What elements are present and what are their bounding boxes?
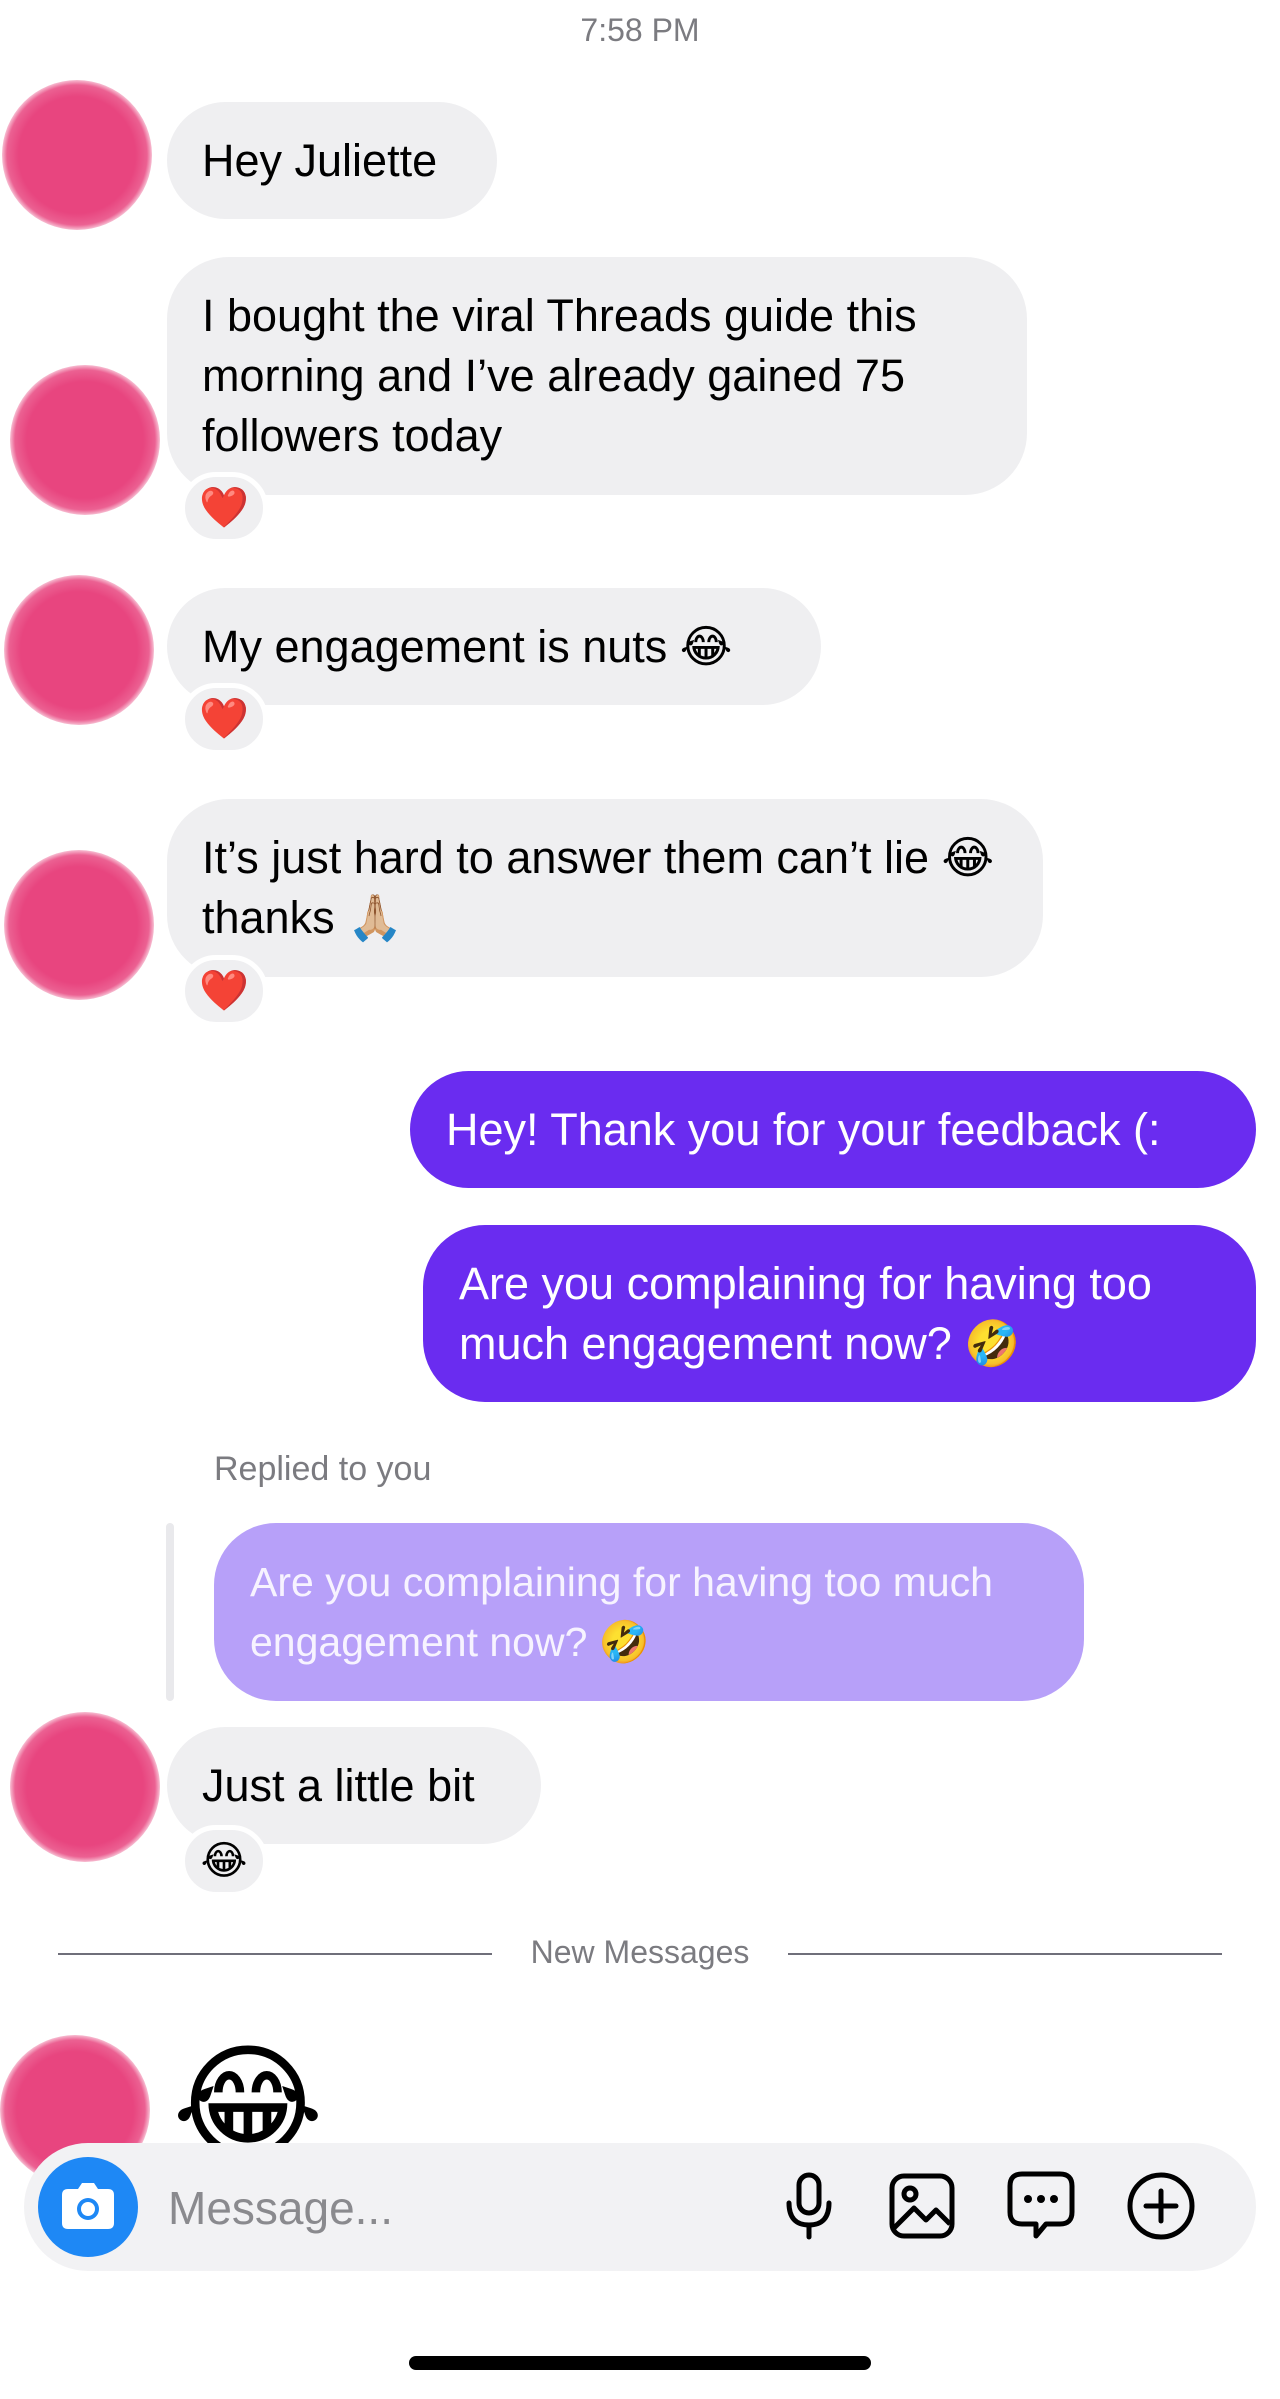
add-icon: [1127, 2172, 1195, 2240]
message-input[interactable]: [166, 2172, 730, 2244]
camera-button[interactable]: [38, 2157, 138, 2257]
gallery-button[interactable]: [882, 2166, 962, 2246]
sender-avatar[interactable]: [10, 1712, 160, 1862]
message-bubble-incoming[interactable]: Hey Juliette: [167, 102, 497, 219]
quoted-message[interactable]: Are you complaining for having too much …: [214, 1523, 1084, 1701]
message-bubble-incoming[interactable]: My engagement is nuts 😂: [167, 588, 821, 705]
heart-icon: ❤️: [199, 969, 249, 1013]
message-bubble-outgoing[interactable]: Hey! Thank you for your feedback (:: [410, 1071, 1256, 1188]
message-text: Hey Juliette: [202, 134, 438, 186]
heart-icon: ❤️: [199, 486, 249, 530]
message-timestamp: 7:58 PM: [580, 12, 700, 48]
sticker-chat-button[interactable]: [1001, 2166, 1081, 2246]
message-text: Just a little bit: [202, 1759, 475, 1811]
sender-avatar[interactable]: [10, 365, 160, 515]
laughing-emoji-icon: 😂: [200, 1839, 248, 1883]
message-bubble-outgoing[interactable]: Are you complaining for having too much …: [423, 1225, 1256, 1402]
message-text: My engagement is nuts 😂: [202, 620, 733, 672]
heart-reaction[interactable]: ❤️: [180, 955, 268, 1027]
heart-reaction[interactable]: ❤️: [180, 683, 268, 755]
replied-to-you-label: Replied to you: [214, 1450, 432, 1488]
add-button[interactable]: [1121, 2166, 1201, 2246]
divider-line-left: [58, 1953, 492, 1955]
home-indicator[interactable]: [409, 2356, 871, 2370]
message-text: Hey! Thank you for your feedback (:: [446, 1103, 1161, 1155]
message-text: I bought the viral Threads guide this mo…: [202, 290, 917, 461]
message-bubble-incoming[interactable]: It’s just hard to answer them can’t lie …: [167, 799, 1043, 977]
heart-icon: ❤️: [199, 697, 249, 741]
divider-line-right: [788, 1953, 1222, 1955]
gallery-icon: [889, 2173, 955, 2239]
heart-reaction[interactable]: ❤️: [180, 472, 268, 544]
microphone-button[interactable]: [769, 2166, 849, 2246]
sticker-chat-icon: [1007, 2171, 1075, 2239]
sender-avatar[interactable]: [4, 850, 154, 1000]
sender-avatar[interactable]: [2, 80, 152, 230]
message-bubble-incoming[interactable]: I bought the viral Threads guide this mo…: [167, 257, 1027, 495]
quote-bar: [166, 1523, 174, 1701]
message-text: 😂: [172, 2040, 324, 2143]
message-text: Are you complaining for having too much …: [459, 1257, 1152, 1369]
message-text: It’s just hard to answer them can’t lie …: [202, 832, 995, 943]
new-messages-label: New Messages: [530, 1934, 750, 1970]
large-emoji-message[interactable]: 😂: [172, 2040, 332, 2143]
camera-icon: [62, 2183, 114, 2229]
sender-avatar[interactable]: [4, 575, 154, 725]
laughing-reaction[interactable]: 😂: [180, 1825, 268, 1897]
microphone-icon: [786, 2172, 832, 2240]
quoted-message-text: Are you complaining for having too much …: [250, 1559, 993, 1665]
